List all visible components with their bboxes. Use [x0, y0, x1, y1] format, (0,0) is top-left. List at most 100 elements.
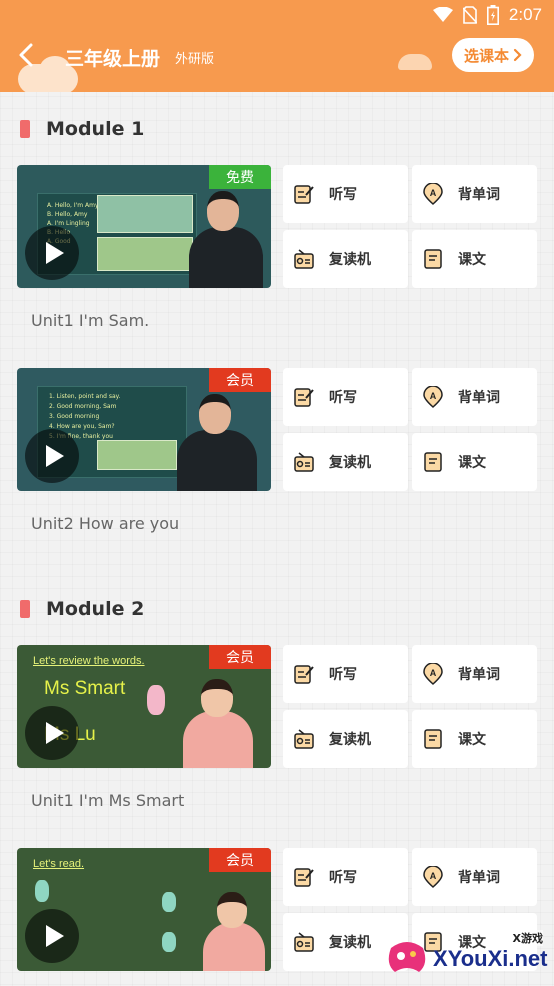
watermark-brand: XYouXi.net: [433, 946, 548, 971]
vocab-label: 背单词: [458, 390, 500, 406]
teacher-head: [217, 892, 247, 928]
play-icon[interactable]: [25, 429, 79, 483]
vocab-button[interactable]: A 背单词: [412, 848, 537, 906]
repeater-label: 复读机: [329, 732, 371, 748]
edit-note-icon: [294, 388, 314, 407]
battery-icon: [486, 5, 499, 25]
video-thumbnail[interactable]: A. Hello, I'm Amy B. Hello, Amy A. I'm Lin…: [17, 165, 271, 288]
page-title: 三年级上册: [65, 48, 161, 70]
vocab-pin-icon: A: [423, 386, 443, 408]
module-marker: [20, 120, 30, 138]
member-badge: 会员: [209, 368, 271, 392]
edit-note-icon: [294, 185, 314, 204]
cartoon-panel: [97, 237, 193, 271]
status-bar: 2:07: [0, 0, 554, 32]
dictation-button[interactable]: 听写: [283, 645, 408, 703]
board-heading: Let's read.: [33, 858, 85, 870]
repeater-button[interactable]: 复读机: [283, 710, 408, 768]
cartoon-sticker: [35, 880, 49, 902]
status-time: 2:07: [508, 5, 542, 24]
teacher-figure: [177, 430, 257, 491]
cartoon-sticker: [162, 932, 176, 952]
text-button[interactable]: 课文: [412, 230, 537, 288]
lesson-card: 1. Listen, point and say. 2. Good morning…: [17, 368, 537, 538]
text-label: 课文: [458, 455, 486, 471]
play-icon[interactable]: [25, 706, 79, 760]
dictation-label: 听写: [329, 390, 357, 406]
select-textbook-button[interactable]: 选课本: [452, 38, 534, 72]
lesson-title[interactable]: Unit2 How are you: [31, 514, 179, 533]
radio-icon: [294, 452, 314, 472]
repeater-label: 复读机: [329, 252, 371, 268]
text-label: 课文: [458, 732, 486, 748]
svg-text:A: A: [430, 391, 437, 401]
cartoon-panel: [97, 440, 177, 470]
header-cloud-decoration: [398, 54, 432, 70]
svg-text:A: A: [430, 871, 437, 881]
dictation-label: 听写: [329, 667, 357, 683]
svg-text:A: A: [430, 188, 437, 198]
vocab-pin-icon: A: [423, 183, 443, 205]
dictation-button[interactable]: 听写: [283, 848, 408, 906]
vocab-label: 背单词: [458, 187, 500, 203]
module-header: Module 2: [20, 598, 144, 620]
lesson-title[interactable]: Unit1 I'm Sam.: [31, 311, 149, 330]
vocab-button[interactable]: A 背单词: [412, 368, 537, 426]
vocab-pin-icon: A: [423, 866, 443, 888]
radio-icon: [294, 729, 314, 749]
vocab-button[interactable]: A 背单词: [412, 645, 537, 703]
svg-text:A: A: [430, 668, 437, 678]
document-icon: [424, 452, 442, 472]
member-badge: 会员: [209, 645, 271, 669]
lesson-title[interactable]: Unit1 I'm Ms Smart: [31, 791, 184, 810]
page-subtitle: 外研版: [175, 52, 215, 67]
dictation-button[interactable]: 听写: [283, 368, 408, 426]
lesson-actions: 听写 A 背单词 复读机 课文: [283, 645, 537, 768]
vocab-pin-icon: A: [423, 663, 443, 685]
play-icon[interactable]: [25, 909, 79, 963]
cartoon-panel: [97, 195, 193, 233]
module-title: Module 1: [46, 118, 145, 140]
dictation-label: 听写: [329, 187, 357, 203]
module-header: Module 1: [20, 118, 144, 140]
teacher-head: [207, 191, 239, 231]
vocab-label: 背单词: [458, 667, 500, 683]
document-icon: [424, 249, 442, 269]
module-title: Module 2: [46, 598, 145, 620]
fairy-sticker: [147, 685, 165, 715]
repeater-label: 复读机: [329, 455, 371, 471]
video-thumbnail[interactable]: Let's read. 会员: [17, 848, 271, 971]
site-watermark: X游戏 XYouXi.net: [385, 928, 551, 982]
radio-icon: [294, 249, 314, 269]
teacher-head: [201, 679, 233, 717]
dictation-button[interactable]: 听写: [283, 165, 408, 223]
edit-note-icon: [294, 868, 314, 887]
vocab-label: 背单词: [458, 870, 500, 886]
app-header: 2:07 三年级上册 外研版 选课本: [0, 0, 554, 92]
video-thumbnail[interactable]: 1. Listen, point and say. 2. Good morning…: [17, 368, 271, 491]
radio-icon: [294, 932, 314, 952]
lesson-card: Let's review the words. Ms Smart Ms Lu 会…: [17, 645, 537, 815]
board-heading: Let's review the words.: [33, 655, 145, 667]
repeater-label: 复读机: [329, 935, 371, 951]
watermark-tag: X游戏: [512, 930, 543, 946]
text-button[interactable]: 课文: [412, 433, 537, 491]
member-badge: 会员: [209, 848, 271, 872]
lesson-actions: 听写 A 背单词 复读机 课文: [283, 165, 537, 288]
teacher-figure: [189, 227, 263, 288]
repeater-button[interactable]: 复读机: [283, 433, 408, 491]
vocab-button[interactable]: A 背单词: [412, 165, 537, 223]
chevron-right-icon: [513, 48, 522, 62]
back-arrow-icon[interactable]: [14, 42, 40, 68]
teacher-figure: [183, 711, 253, 768]
lesson-actions: 听写 A 背单词 复读机 课文: [283, 368, 537, 491]
board-word: Ms Smart: [44, 678, 126, 699]
lesson-card: A. Hello, I'm Amy B. Hello, Amy A. I'm Lin…: [17, 165, 537, 335]
video-thumbnail[interactable]: Let's review the words. Ms Smart Ms Lu 会…: [17, 645, 271, 768]
play-icon[interactable]: [25, 226, 79, 280]
text-button[interactable]: 课文: [412, 710, 537, 768]
repeater-button[interactable]: 复读机: [283, 230, 408, 288]
module-marker: [20, 600, 30, 618]
teacher-figure: [203, 922, 265, 971]
select-textbook-label: 选课本: [463, 46, 509, 65]
